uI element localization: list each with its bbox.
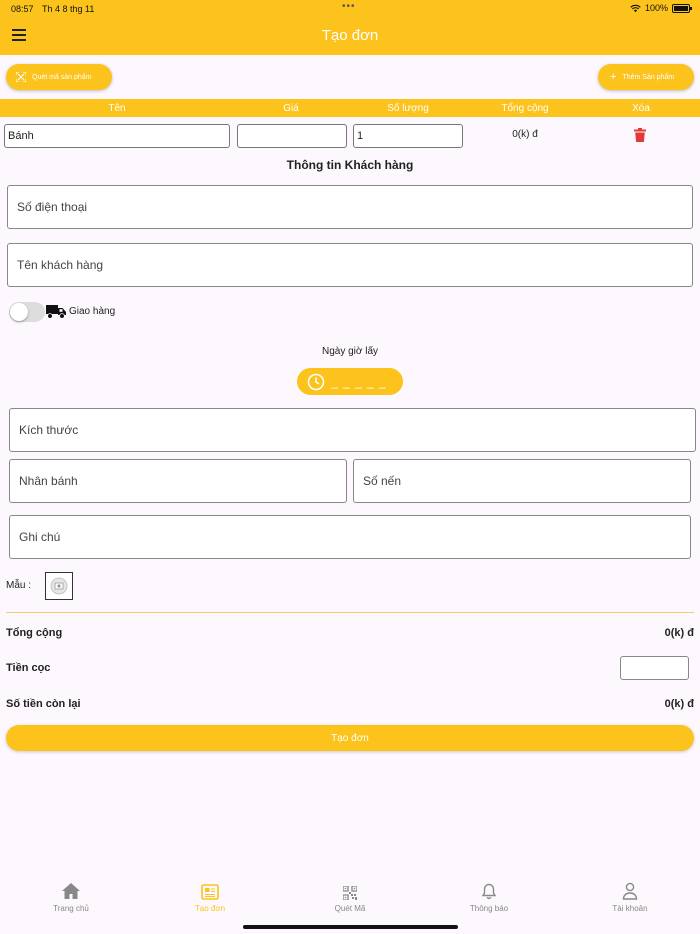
bottom-nav: Trang chủ Tạo đơn Quét Mã Thông báo Tài … bbox=[0, 878, 700, 918]
person-icon bbox=[622, 882, 638, 900]
filling-field[interactable]: Nhân bánh bbox=[9, 459, 347, 503]
nav-home[interactable]: Trang chủ bbox=[31, 878, 111, 913]
app-bar: Tạo đơn bbox=[0, 18, 700, 55]
column-total: Tổng cộng bbox=[501, 103, 549, 114]
status-right: 100% bbox=[630, 3, 692, 13]
note-field[interactable]: Ghi chú bbox=[9, 515, 691, 559]
candles-field[interactable]: Số nến bbox=[353, 459, 691, 503]
product-price-input[interactable] bbox=[237, 124, 347, 148]
deposit-input[interactable] bbox=[620, 656, 689, 680]
clock-icon bbox=[307, 373, 325, 390]
delivery-toggle[interactable] bbox=[9, 302, 45, 322]
nav-home-label: Trang chủ bbox=[53, 904, 89, 913]
nav-scan-label: Quét Mã bbox=[334, 904, 366, 913]
nav-account[interactable]: Tài khoản bbox=[590, 878, 670, 913]
product-table-header: Tên Giá Số lượng Tổng cộng Xóa bbox=[0, 99, 700, 117]
customer-name-field[interactable]: Tên khách hàng bbox=[7, 243, 693, 287]
newspaper-icon bbox=[201, 884, 219, 900]
column-delete: Xóa bbox=[632, 103, 650, 114]
create-order-button[interactable]: Tạo đơn bbox=[6, 725, 694, 751]
nav-create-order[interactable]: Tạo đơn bbox=[170, 878, 250, 913]
remaining-label: Số tiền còn lại bbox=[6, 698, 81, 710]
nav-account-label: Tài khoản bbox=[612, 904, 648, 913]
total-label: Tổng cộng bbox=[6, 627, 63, 639]
product-quantity-input[interactable]: 1 bbox=[353, 124, 463, 148]
home-indicator bbox=[243, 925, 458, 929]
status-date: Th 4 8 thg 11 bbox=[42, 4, 95, 14]
pickup-datetime-label: Ngày giờ lấy bbox=[321, 346, 379, 357]
status-time: 08:57 bbox=[11, 4, 34, 14]
wifi-icon bbox=[630, 4, 641, 12]
scan-product-label: Quét mã sản phẩm bbox=[32, 73, 92, 81]
column-name: Tên bbox=[108, 103, 126, 114]
add-product-label: Thêm Sản phẩm bbox=[622, 73, 675, 81]
delivery-label: Giao hàng bbox=[69, 306, 116, 317]
size-field[interactable]: Kích thước bbox=[9, 408, 696, 452]
nav-scan[interactable]: Quét Mã bbox=[310, 878, 390, 913]
scan-icon bbox=[16, 72, 26, 82]
column-quantity: Số lượng bbox=[387, 103, 429, 114]
sample-label: Mẫu : bbox=[6, 580, 32, 591]
battery-percent: 100% bbox=[644, 3, 668, 13]
nav-notifications-label: Thông báo bbox=[469, 904, 509, 913]
column-price: Giá bbox=[283, 103, 299, 114]
sample-image-picker[interactable] bbox=[45, 572, 73, 600]
scan-product-button[interactable]: Quét mã sản phẩm bbox=[6, 64, 112, 90]
total-value: 0(k) đ bbox=[664, 627, 694, 639]
plus-icon: + bbox=[610, 71, 617, 83]
multitasking-dots-icon: ••• bbox=[342, 1, 356, 12]
product-name-input[interactable]: Bánh bbox=[4, 124, 230, 148]
delete-row-trash-icon[interactable] bbox=[634, 128, 646, 142]
add-product-button[interactable]: + Thêm Sản phẩm bbox=[598, 64, 694, 90]
summary-divider bbox=[6, 612, 694, 613]
phone-field[interactable]: Số điện thoại bbox=[7, 185, 693, 229]
status-bar: 08:57 Th 4 8 thg 11 ••• 100% bbox=[0, 0, 700, 18]
deposit-label: Tiền cọc bbox=[6, 662, 51, 674]
nav-create-order-label: Tạo đơn bbox=[194, 904, 226, 913]
nav-notifications[interactable]: Thông báo bbox=[449, 878, 529, 913]
toggle-knob bbox=[10, 303, 28, 321]
truck-icon bbox=[46, 305, 66, 319]
image-placeholder-icon bbox=[50, 577, 68, 595]
page-title: Tạo đơn bbox=[321, 27, 379, 44]
remaining-value: 0(k) đ bbox=[664, 698, 694, 710]
bell-icon bbox=[481, 883, 497, 900]
product-row-total: 0(k) đ bbox=[512, 129, 538, 140]
pickup-time-button[interactable]: _ _ _ _ _ bbox=[297, 368, 403, 395]
battery-icon bbox=[672, 3, 692, 13]
home-icon bbox=[62, 883, 80, 899]
pickup-time-placeholder: _ _ _ _ _ bbox=[331, 374, 387, 389]
customer-info-title: Thông tin Khách hàng bbox=[286, 158, 414, 172]
qr-code-icon bbox=[343, 886, 357, 900]
